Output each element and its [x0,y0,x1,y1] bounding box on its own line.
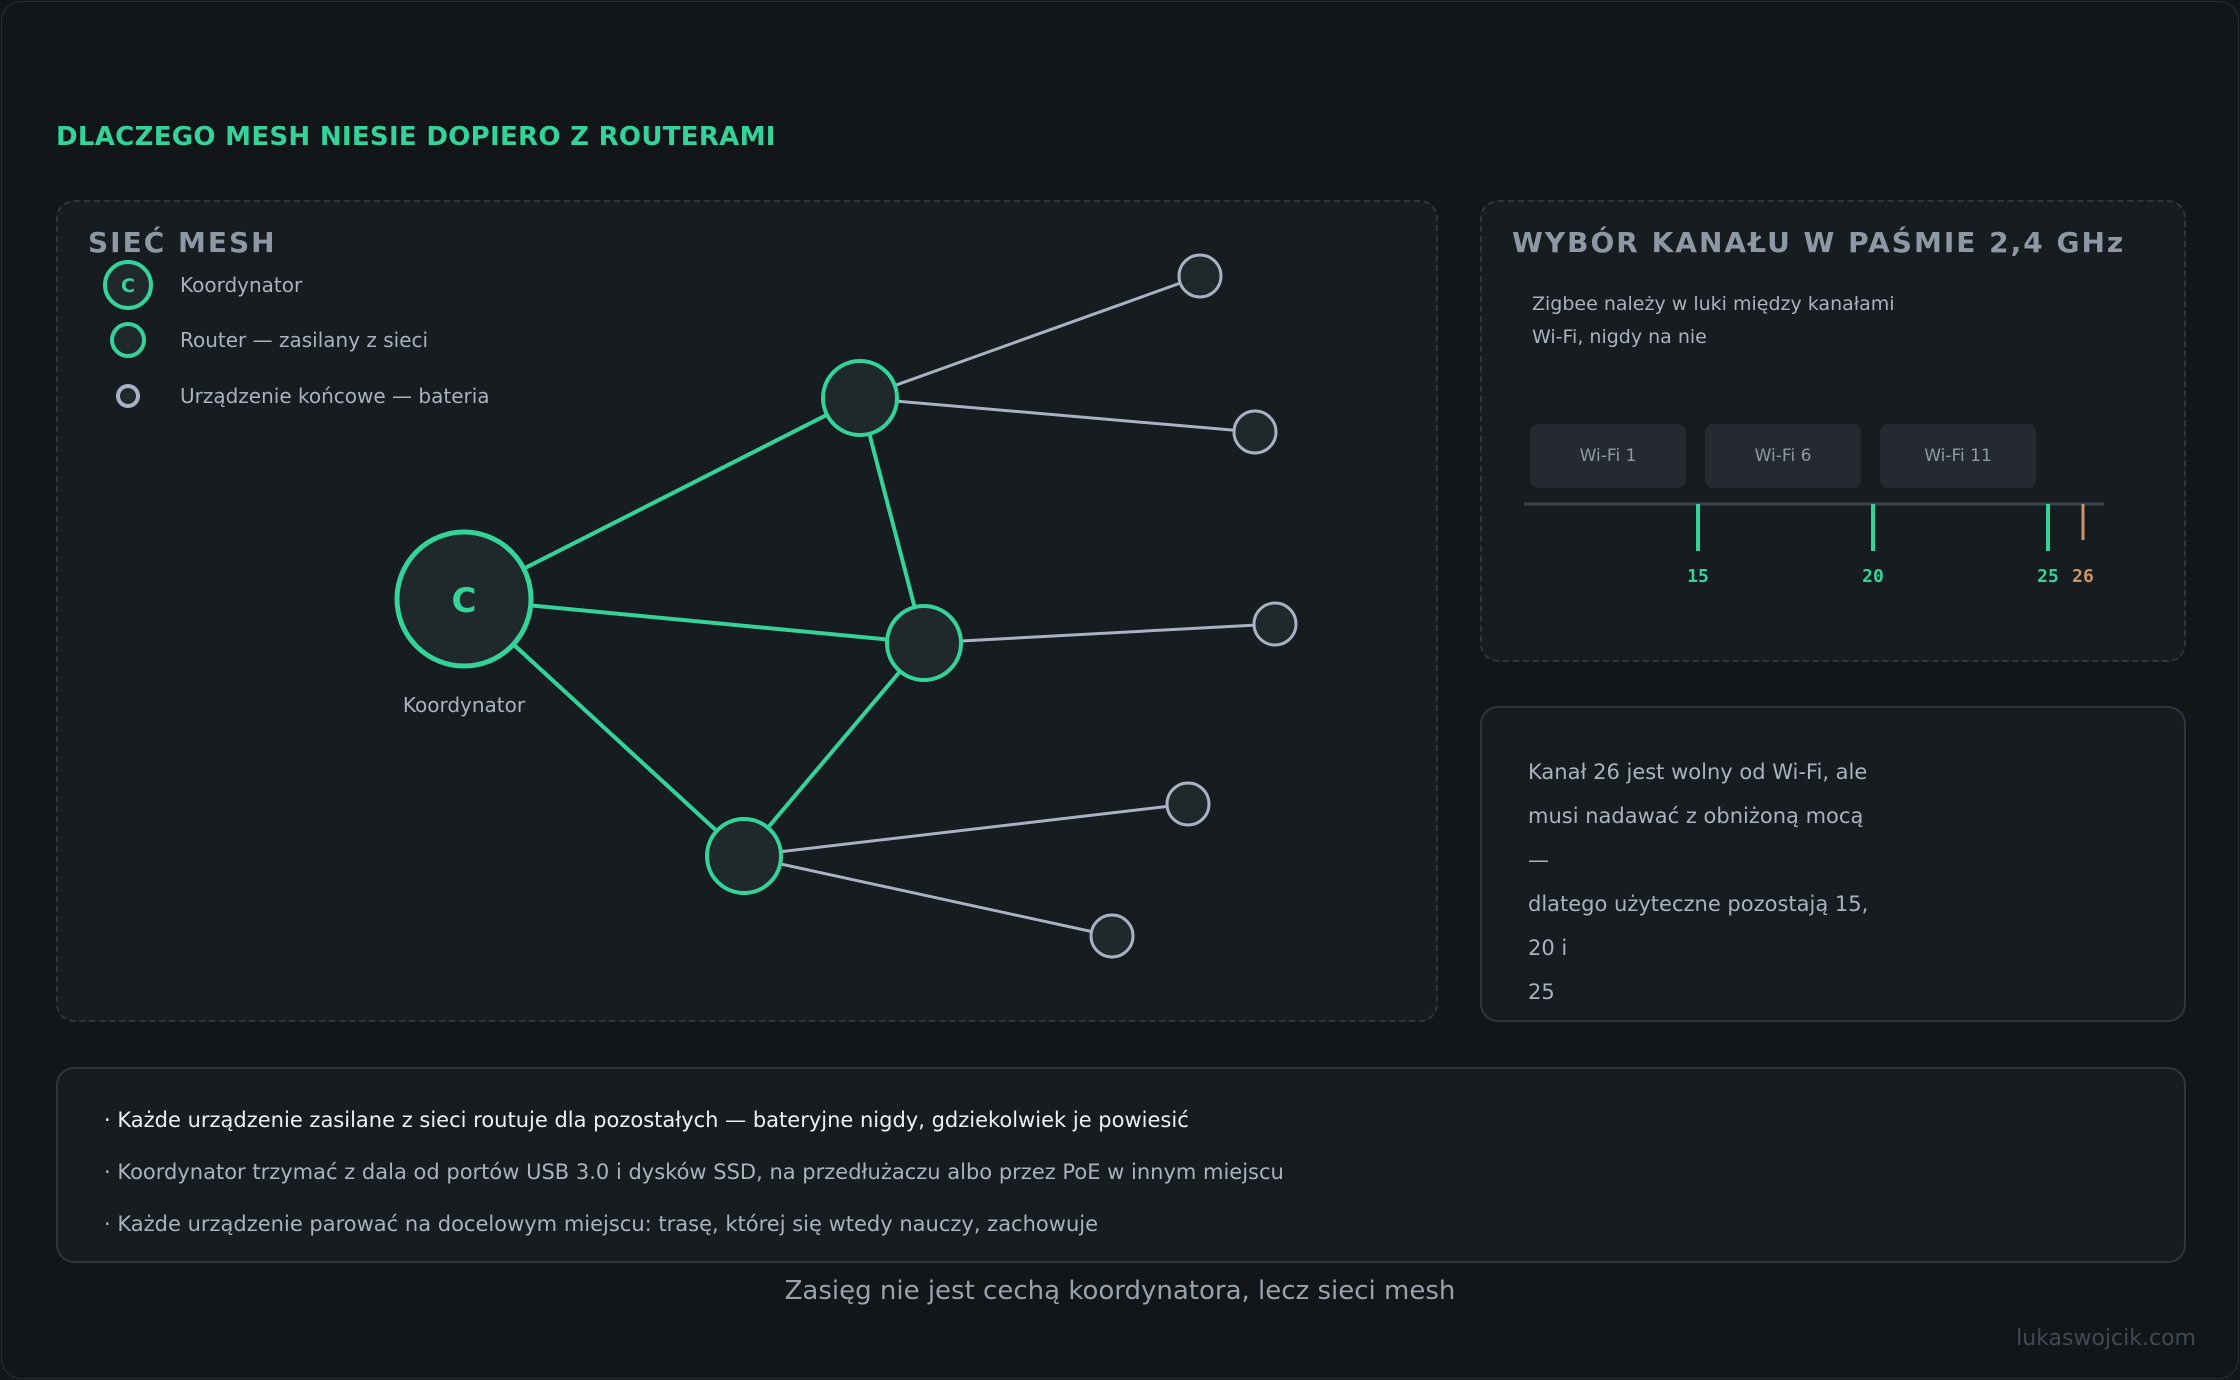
note-line: 25 [1528,980,1555,1004]
zigbee-channel-20-label: 20 [1862,566,1884,587]
note-line: musi nadawać z obniżoną mocą — [1528,804,1864,872]
zigbee-channel-15-label: 15 [1687,566,1709,587]
tip-item: · Każde urządzenie parować na docelowym … [104,1212,1099,1236]
note-text: Kanał 26 jest wolny od Wi-Fi, ale musi n… [1528,750,1878,1014]
zigbee-channel-25-label: 25 [2037,566,2059,587]
tip-item: · Każde urządzenie zasilane z sieci rout… [104,1108,1189,1132]
note-line: Kanał 26 jest wolny od Wi-Fi, ale [1528,760,1868,784]
tip-item: · Koordynator trzymać z dala od portów U… [104,1160,1284,1184]
credit: lukaswojcik.com [2016,1326,2196,1351]
note-line: dlatego użyteczne pozostają 15, 20 i [1528,892,1869,960]
caption: Zasięg nie jest cechą koordynatora, lecz… [784,1276,1456,1306]
zigbee-channel-26-label: 26 [2072,566,2094,587]
